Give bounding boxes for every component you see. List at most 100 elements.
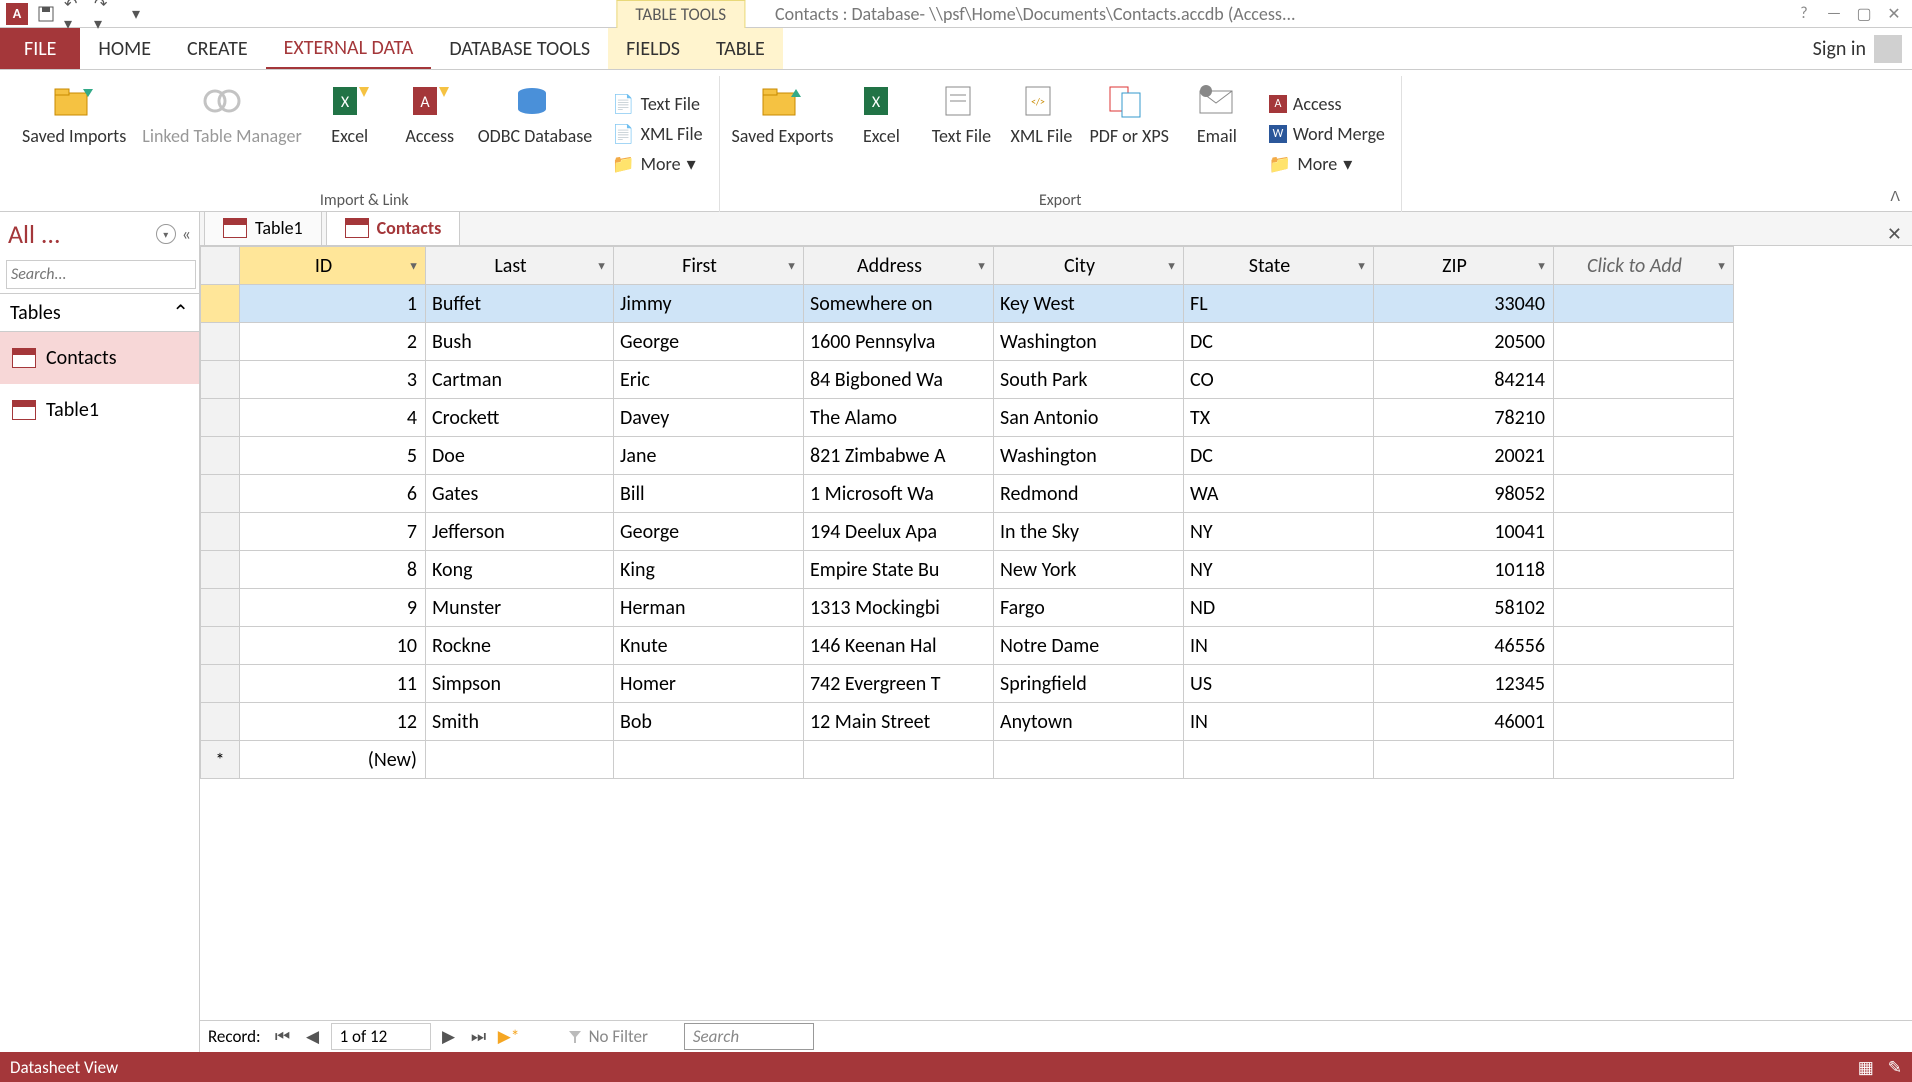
- cell-zip[interactable]: 98052: [1374, 475, 1554, 513]
- cell-first[interactable]: George: [614, 513, 804, 551]
- cell-new-id[interactable]: (New): [240, 741, 426, 779]
- row-selector[interactable]: [201, 475, 240, 513]
- cell-city[interactable]: Anytown: [994, 703, 1184, 741]
- nav-filter-icon[interactable]: ▾: [156, 224, 176, 244]
- cell-address[interactable]: 12 Main Street: [804, 703, 994, 741]
- doctab-contacts[interactable]: Contacts: [326, 212, 461, 245]
- saved-exports-button[interactable]: Saved Exports: [726, 76, 840, 191]
- new-row[interactable]: *(New): [201, 741, 1734, 779]
- cell-city[interactable]: In the Sky: [994, 513, 1184, 551]
- cell-state[interactable]: NY: [1184, 551, 1374, 589]
- cell-empty[interactable]: [1554, 627, 1734, 665]
- table-row[interactable]: 12SmithBob12 Main StreetAnytownIN46001: [201, 703, 1734, 741]
- cell-city[interactable]: San Antonio: [994, 399, 1184, 437]
- col-header-city[interactable]: City▼: [994, 247, 1184, 285]
- export-access-button[interactable]: AAccess: [1263, 91, 1391, 117]
- table-row[interactable]: 1BuffetJimmySomewhere on Key WestFL33040: [201, 285, 1734, 323]
- chevron-down-icon[interactable]: ▼: [408, 259, 419, 272]
- row-selector[interactable]: [201, 703, 240, 741]
- cell-first[interactable]: Jane: [614, 437, 804, 475]
- cell-last[interactable]: Cartman: [426, 361, 614, 399]
- no-filter[interactable]: No Filter: [567, 1026, 648, 1047]
- export-pdf-button[interactable]: PDF or XPS: [1083, 76, 1174, 191]
- nav-new-icon[interactable]: ▶*: [497, 1025, 521, 1049]
- tab-home[interactable]: HOME: [80, 28, 169, 69]
- row-selector[interactable]: [201, 285, 240, 323]
- cell-id[interactable]: 7: [240, 513, 426, 551]
- cell-state[interactable]: IN: [1184, 627, 1374, 665]
- row-selector[interactable]: [201, 513, 240, 551]
- table-row[interactable]: 9MunsterHerman1313 MockingbiFargoND58102: [201, 589, 1734, 627]
- cell-first[interactable]: Jimmy: [614, 285, 804, 323]
- cell-city[interactable]: Fargo: [994, 589, 1184, 627]
- cell-zip[interactable]: 20021: [1374, 437, 1554, 475]
- cell-first[interactable]: Davey: [614, 399, 804, 437]
- cell-id[interactable]: 3: [240, 361, 426, 399]
- export-text-button[interactable]: Text File: [923, 76, 999, 191]
- cell-first[interactable]: Eric: [614, 361, 804, 399]
- table-row[interactable]: 5DoeJane821 Zimbabwe AWashingtonDC20021: [201, 437, 1734, 475]
- chevron-down-icon[interactable]: ▼: [1716, 259, 1727, 272]
- cell-address[interactable]: 194 Deelux Apa: [804, 513, 994, 551]
- cell-empty[interactable]: [1554, 665, 1734, 703]
- tab-database-tools[interactable]: DATABASE TOOLS: [431, 28, 608, 69]
- cell-state[interactable]: DC: [1184, 323, 1374, 361]
- cell-id[interactable]: 12: [240, 703, 426, 741]
- cell-zip[interactable]: 84214: [1374, 361, 1554, 399]
- cell-id[interactable]: 2: [240, 323, 426, 361]
- cell-empty[interactable]: [1554, 323, 1734, 361]
- cell-address[interactable]: 742 Evergreen T: [804, 665, 994, 703]
- import-text-file-button[interactable]: 📄Text File: [606, 91, 708, 117]
- export-email-button[interactable]: Email: [1179, 76, 1255, 191]
- cell-id[interactable]: 8: [240, 551, 426, 589]
- new-row-selector[interactable]: *: [201, 741, 240, 779]
- maximize-icon[interactable]: ▢: [1852, 2, 1876, 26]
- cell-address[interactable]: Empire State Bu: [804, 551, 994, 589]
- chevron-down-icon[interactable]: ▼: [786, 259, 797, 272]
- cell-id[interactable]: 4: [240, 399, 426, 437]
- col-header-zip[interactable]: ZIP▼: [1374, 247, 1554, 285]
- cell-address[interactable]: The Alamo: [804, 399, 994, 437]
- doctab-table1[interactable]: Table1: [204, 212, 322, 245]
- cell-address[interactable]: 821 Zimbabwe A: [804, 437, 994, 475]
- cell-last[interactable]: Rockne: [426, 627, 614, 665]
- row-selector[interactable]: [201, 665, 240, 703]
- cell-id[interactable]: 10: [240, 627, 426, 665]
- tab-file[interactable]: FILE: [0, 28, 80, 69]
- import-excel-button[interactable]: X Excel: [312, 76, 388, 191]
- cell-city[interactable]: Notre Dame: [994, 627, 1184, 665]
- cell-last[interactable]: Simpson: [426, 665, 614, 703]
- table-row[interactable]: 11SimpsonHomer742 Evergreen TSpringfield…: [201, 665, 1734, 703]
- cell-address[interactable]: 1600 Pennsylva: [804, 323, 994, 361]
- nav-tables-header[interactable]: Tables ⌃: [0, 293, 199, 332]
- qat-redo-icon[interactable]: ↷ ▾: [94, 2, 118, 26]
- doctab-close-icon[interactable]: ✕: [1887, 223, 1902, 245]
- cell-city[interactable]: Washington: [994, 323, 1184, 361]
- cell-state[interactable]: WA: [1184, 475, 1374, 513]
- tab-create[interactable]: CREATE: [169, 28, 266, 69]
- table-row[interactable]: 6GatesBill1 Microsoft WaRedmondWA98052: [201, 475, 1734, 513]
- cell-zip[interactable]: 12345: [1374, 665, 1554, 703]
- export-excel-button[interactable]: X Excel: [843, 76, 919, 191]
- cell-zip[interactable]: 20500: [1374, 323, 1554, 361]
- col-header-last[interactable]: Last▼: [426, 247, 614, 285]
- cell-empty[interactable]: [1554, 551, 1734, 589]
- cell-state[interactable]: DC: [1184, 437, 1374, 475]
- export-word-merge-button[interactable]: WWord Merge: [1263, 121, 1391, 147]
- cell-address[interactable]: 1313 Mockingbi: [804, 589, 994, 627]
- row-selector[interactable]: [201, 361, 240, 399]
- cell-last[interactable]: Buffet: [426, 285, 614, 323]
- cell-id[interactable]: 6: [240, 475, 426, 513]
- row-selector[interactable]: [201, 437, 240, 475]
- cell-zip[interactable]: 58102: [1374, 589, 1554, 627]
- record-search-input[interactable]: Search: [684, 1023, 814, 1050]
- datasheet-view-icon[interactable]: ▦: [1858, 1057, 1874, 1078]
- nav-prev-icon[interactable]: ◀: [301, 1025, 325, 1049]
- cell-address[interactable]: 1 Microsoft Wa: [804, 475, 994, 513]
- cell-first[interactable]: Homer: [614, 665, 804, 703]
- nav-item-contacts[interactable]: Contacts: [0, 332, 199, 384]
- chevron-down-icon[interactable]: ▼: [1536, 259, 1547, 272]
- cell-city[interactable]: New York: [994, 551, 1184, 589]
- qat-customize-icon[interactable]: ▾: [124, 2, 148, 26]
- cell-state[interactable]: TX: [1184, 399, 1374, 437]
